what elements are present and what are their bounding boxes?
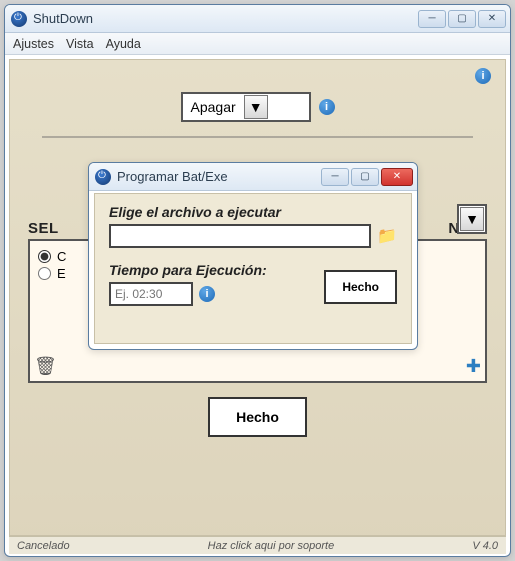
folder-icon[interactable]: 📁 [377, 226, 397, 246]
radio-input-1[interactable] [38, 250, 51, 263]
main-window-controls: ─ ▢ ✕ [418, 10, 506, 28]
action-dropdown[interactable]: Apagar ▼ [181, 92, 311, 122]
plus-icon[interactable]: ✚ [466, 356, 481, 377]
menu-vista[interactable]: Vista [66, 37, 94, 51]
menu-ayuda[interactable]: Ayuda [106, 37, 141, 51]
dialog-done-button[interactable]: Hecho [324, 270, 397, 304]
file-label: Elige el archivo a ejecutar [109, 204, 397, 220]
dialog-programar: Programar Bat/Exe ─ ▢ ✕ Elige el archivo… [88, 162, 418, 350]
close-button[interactable]: ✕ [478, 10, 506, 28]
status-left: Cancelado [17, 540, 70, 552]
minimize-button[interactable]: ─ [418, 10, 446, 28]
dialog-body: Elige el archivo a ejecutar 📁 Tiempo par… [94, 193, 412, 344]
dialog-minimize-button[interactable]: ─ [321, 168, 349, 186]
action-dropdown-value: Apagar [191, 99, 236, 115]
main-title: ShutDown [33, 11, 93, 26]
radio-label-1: C [57, 249, 66, 264]
trash-icon[interactable]: 🗑 [34, 356, 57, 377]
done-button[interactable]: Hecho [208, 397, 307, 437]
radio-label-2: E [57, 266, 66, 281]
dialog-title: Programar Bat/Exe [117, 169, 228, 184]
file-input[interactable] [109, 224, 371, 248]
dialog-maximize-button[interactable]: ▢ [351, 168, 379, 186]
section-label-left: SEL [28, 220, 59, 237]
app-icon [11, 11, 27, 27]
chevron-down-icon[interactable]: ▼ [460, 207, 484, 231]
help-icon[interactable]: i [475, 68, 491, 84]
status-support-link[interactable]: Haz click aqui por soporte [70, 540, 473, 552]
help-icon[interactable]: i [199, 286, 215, 302]
dialog-close-button[interactable]: ✕ [381, 168, 413, 186]
app-icon [95, 169, 111, 185]
dialog-window-controls: ─ ▢ ✕ [321, 168, 413, 186]
maximize-button[interactable]: ▢ [448, 10, 476, 28]
menubar: Ajustes Vista Ayuda [5, 33, 510, 55]
help-icon[interactable]: i [319, 99, 335, 115]
chevron-down-icon[interactable]: ▼ [244, 95, 268, 119]
radio-input-2[interactable] [38, 267, 51, 280]
statusbar: Cancelado Haz click aqui por soporte V 4… [9, 536, 506, 554]
dialog-titlebar[interactable]: Programar Bat/Exe ─ ▢ ✕ [89, 163, 417, 191]
status-version: V 4.0 [472, 540, 498, 552]
secondary-dropdown[interactable]: ▼ [457, 204, 487, 234]
main-titlebar[interactable]: ShutDown ─ ▢ ✕ [5, 5, 510, 33]
time-input[interactable] [109, 282, 193, 306]
divider [42, 136, 473, 138]
menu-ajustes[interactable]: Ajustes [13, 37, 54, 51]
time-label: Tiempo para Ejecución: [109, 262, 310, 278]
